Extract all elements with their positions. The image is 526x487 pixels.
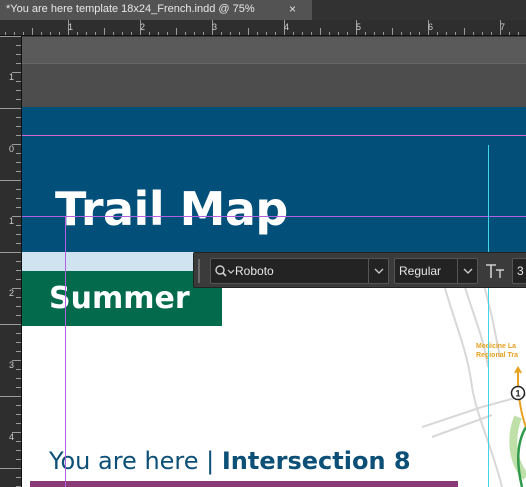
font-style-value: Regular xyxy=(399,264,442,278)
ruler-number: 5 xyxy=(356,22,362,32)
horizontal-guide[interactable] xyxy=(22,216,526,217)
font-family-dropdown[interactable] xyxy=(368,259,388,283)
margin-guide[interactable] xyxy=(22,135,526,136)
document-tab-title: *You are here template 18x24_French.indd… xyxy=(6,3,255,15)
font-size-icon xyxy=(486,264,504,278)
vertical-ruler[interactable]: 1 0 1 2 3 4 xyxy=(0,36,22,487)
ruler-number: 4 xyxy=(9,432,15,442)
ruler-number: 1 xyxy=(68,22,74,32)
close-icon[interactable]: × xyxy=(289,0,296,18)
font-style-field[interactable]: Regular xyxy=(394,258,478,284)
vertical-ruler-ticks xyxy=(0,36,21,487)
ruler-number: 3 xyxy=(212,22,218,32)
font-family-value: Roboto xyxy=(235,264,274,278)
tab-bar-empty xyxy=(312,0,526,20)
intersection-name: Intersection 8 xyxy=(221,447,411,475)
chevron-down-icon xyxy=(374,268,384,274)
document-page[interactable]: Trail Map Summer Medicine La Regional Tr… xyxy=(22,107,526,487)
document-tab-bar: *You are here template 18x24_French.indd… xyxy=(0,0,526,20)
ruler-number: 1 xyxy=(9,72,15,82)
character-control-bar: Roboto Regular 3 xyxy=(193,252,526,288)
you-are-here-heading[interactable]: You are here | Intersection 8 xyxy=(49,447,411,475)
ruler-number: 2 xyxy=(9,288,15,298)
page-title[interactable]: Trail Map xyxy=(55,182,288,236)
you-are-here-prefix: You are here | xyxy=(49,447,222,475)
font-size-field[interactable]: 3 xyxy=(512,258,526,284)
font-size-value: 3 xyxy=(517,264,524,278)
column-guide[interactable] xyxy=(488,145,489,487)
ruler-number: 3 xyxy=(9,360,15,370)
ruler-number: 2 xyxy=(140,22,146,32)
map-label-line: Regional Tra xyxy=(476,352,519,359)
horizontal-ruler-ticks xyxy=(5,20,519,35)
ruler-number: 7 xyxy=(500,22,506,32)
light-blue-band[interactable] xyxy=(22,252,202,272)
search-icon[interactable] xyxy=(213,263,235,279)
ruler-number: 4 xyxy=(284,22,290,32)
map-marker[interactable]: 1 xyxy=(510,385,526,401)
map-label: Medicine La Regional Tra xyxy=(476,342,518,360)
font-family-field[interactable]: Roboto xyxy=(210,258,389,284)
map-label-line: Medicine La xyxy=(476,343,517,350)
horizontal-ruler[interactable]: 1 2 3 4 5 6 7 xyxy=(0,20,526,36)
ruler-number: 1 xyxy=(9,216,15,226)
pasteboard-slug xyxy=(22,63,526,107)
map-fragment[interactable] xyxy=(422,277,526,487)
ruler-number: 0 xyxy=(9,144,15,154)
map-marker-number: 1 xyxy=(515,389,520,399)
drag-handle[interactable] xyxy=(198,259,202,283)
font-style-dropdown[interactable] xyxy=(457,259,477,283)
season-label[interactable]: Summer xyxy=(49,281,190,316)
document-tab[interactable]: *You are here template 18x24_French.indd… xyxy=(0,0,312,20)
ruler-number: 6 xyxy=(428,22,434,32)
vertical-guide[interactable] xyxy=(65,216,66,487)
accent-bar[interactable] xyxy=(30,481,458,487)
chevron-down-icon xyxy=(463,268,473,274)
indesign-window: *You are here template 18x24_French.indd… xyxy=(0,0,526,487)
